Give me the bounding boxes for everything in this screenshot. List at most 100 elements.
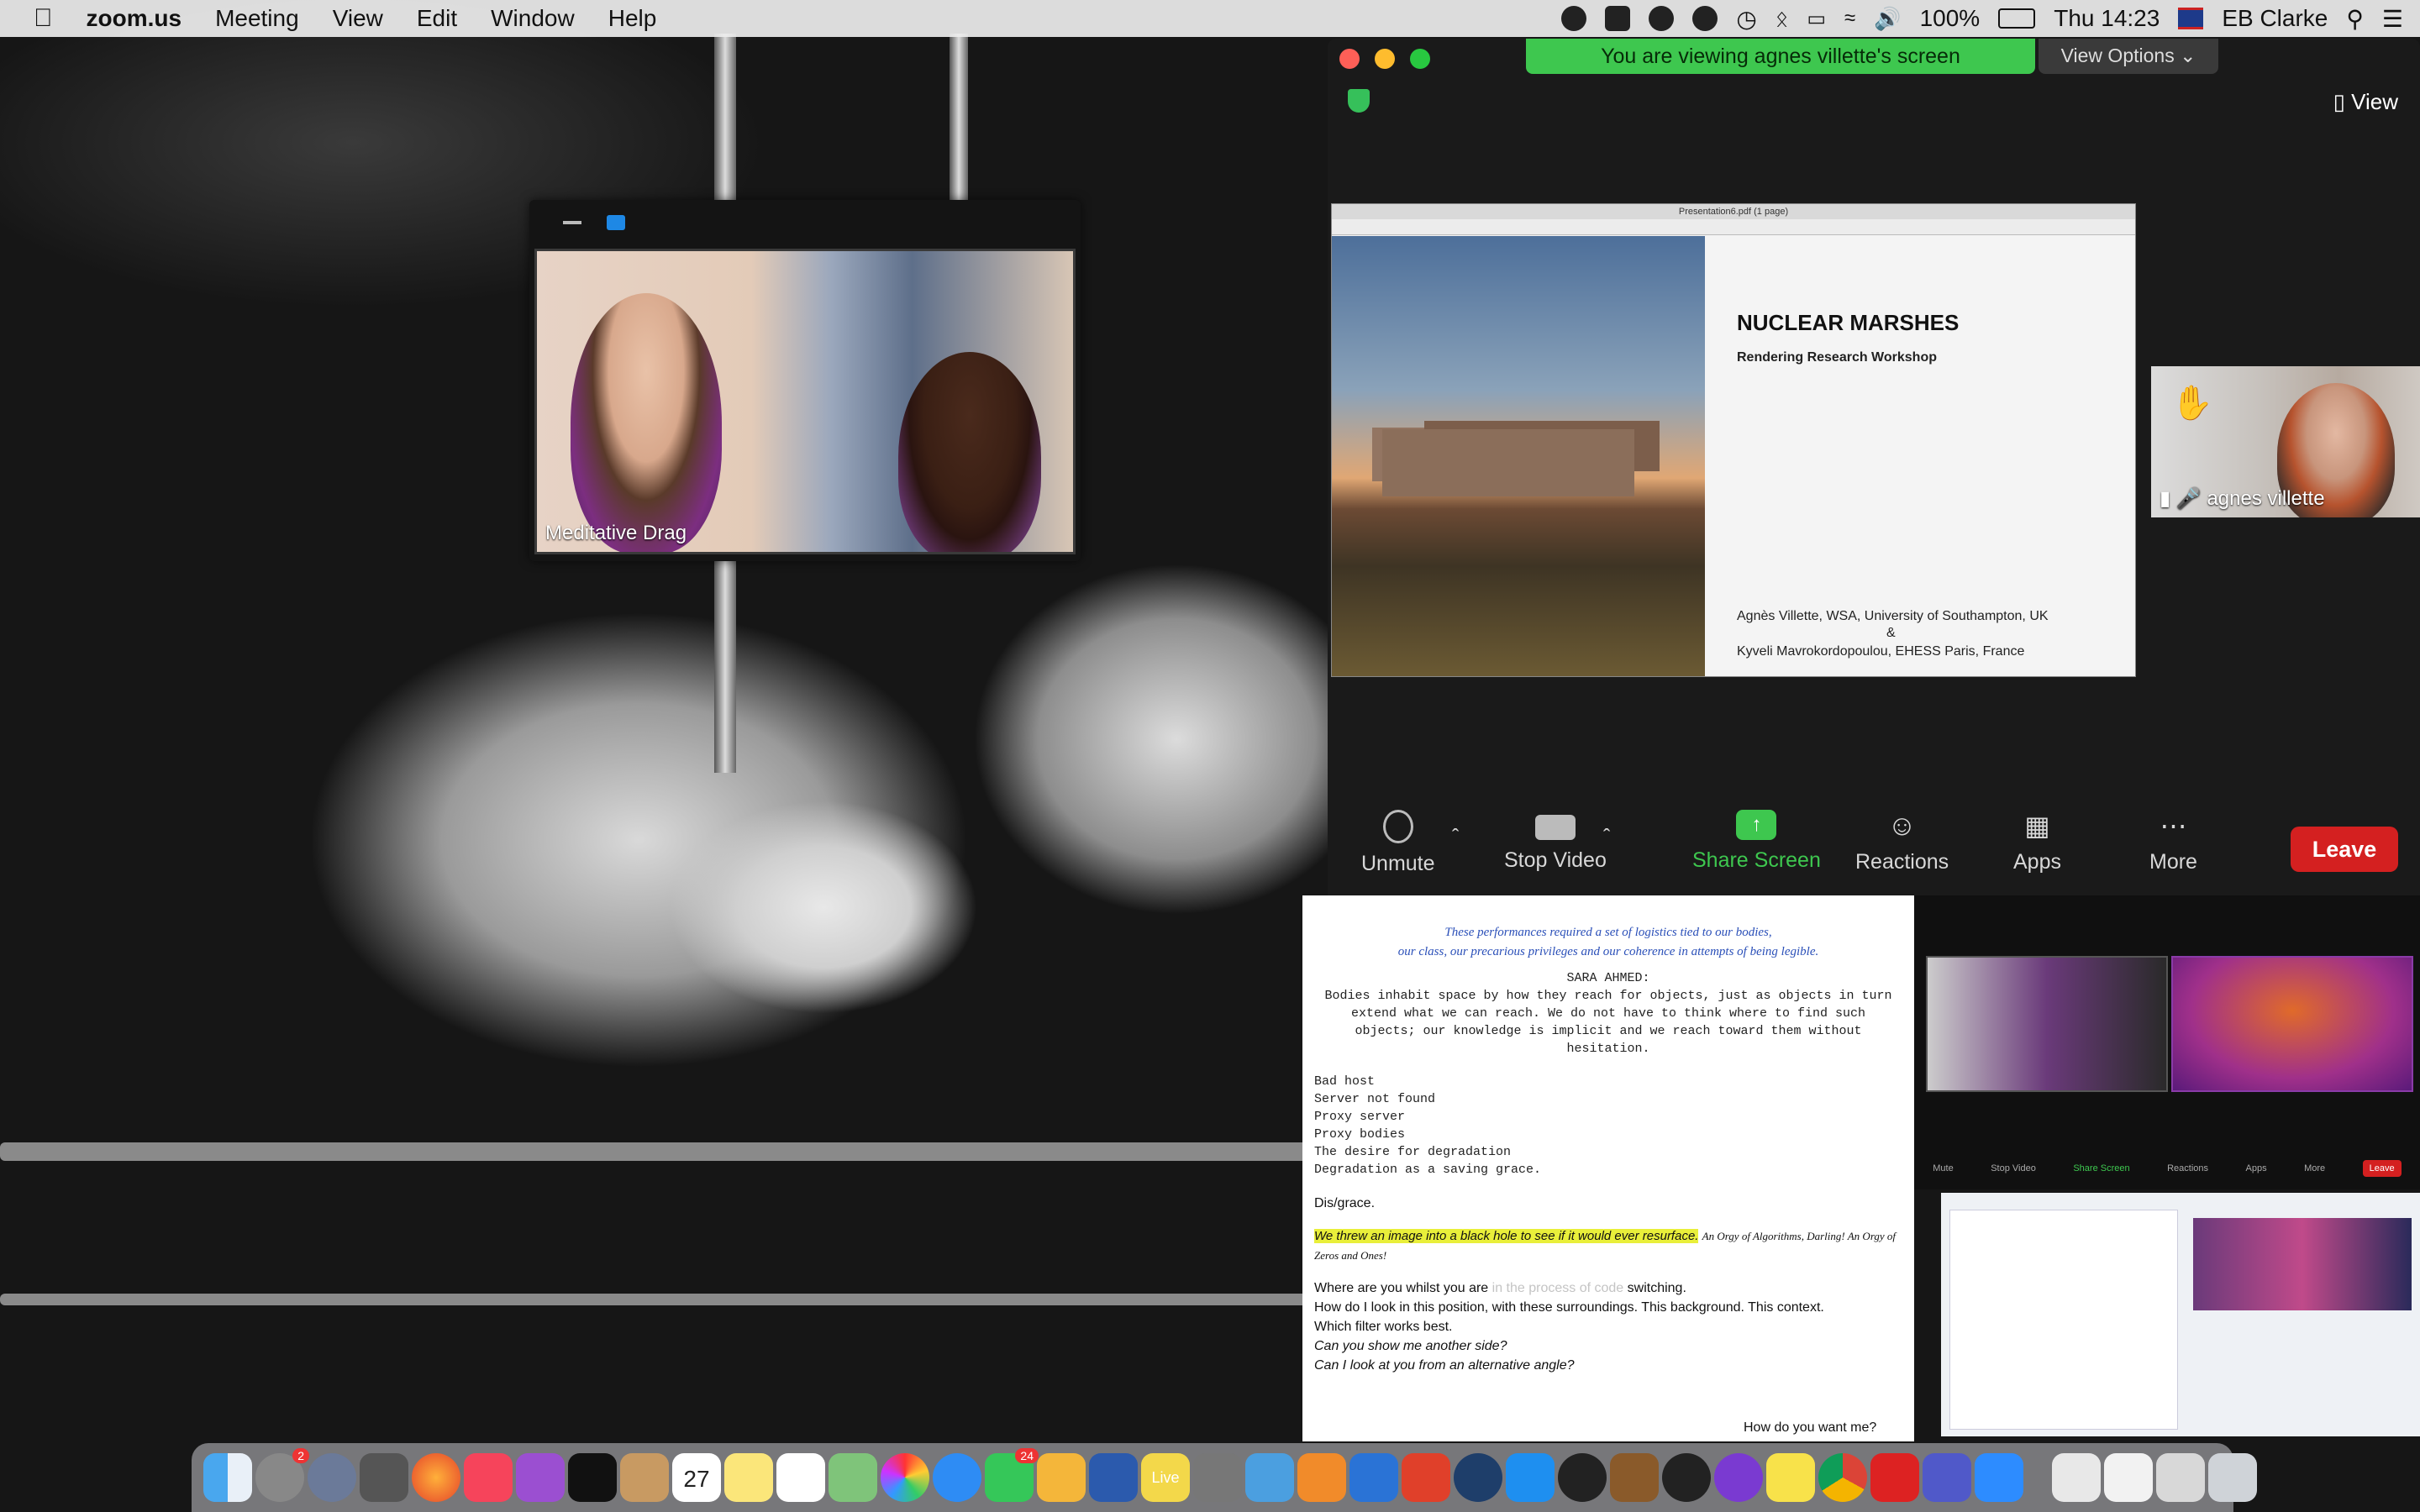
bluetooth-icon[interactable]: ᛟ bbox=[1776, 6, 1789, 32]
doc-quote: Bodies inhabit space by how they reach f… bbox=[1324, 989, 1892, 1056]
maps-icon[interactable] bbox=[829, 1453, 877, 1502]
photo-booth-icon[interactable] bbox=[1193, 1453, 1242, 1502]
pencil-app-icon[interactable] bbox=[1037, 1453, 1086, 1502]
mini-reactions[interactable]: Reactions bbox=[2167, 1163, 2208, 1173]
slide-ampersand: & bbox=[1886, 626, 1896, 640]
stop-video-button[interactable]: Stop Video bbox=[1504, 810, 1607, 873]
system-settings-icon[interactable]: 2 bbox=[255, 1448, 309, 1502]
menu-window[interactable]: Window bbox=[474, 5, 592, 32]
obs-icon[interactable] bbox=[1558, 1453, 1607, 1502]
screen-record-icon[interactable] bbox=[1649, 6, 1675, 31]
view-options-button[interactable]: View Options ⌄ bbox=[2039, 39, 2218, 74]
mini-share-screen[interactable]: Share Screen bbox=[2073, 1163, 2129, 1173]
calendar-icon[interactable]: 27 bbox=[672, 1453, 721, 1502]
doc-line2: How do I look in this position, with the… bbox=[1314, 1300, 1824, 1315]
mini-more[interactable]: More bbox=[2304, 1163, 2325, 1173]
share-screen-button[interactable]: ↑ Share Screen bbox=[1692, 810, 1821, 873]
more-button[interactable]: ⋯ More bbox=[2149, 810, 2197, 874]
search-icon[interactable]: ⚲ bbox=[2346, 5, 2364, 33]
books-icon[interactable] bbox=[1297, 1453, 1346, 1502]
mini-mute[interactable]: Mute bbox=[1933, 1163, 1953, 1173]
share-arrow-icon: ↑ bbox=[1736, 810, 1777, 840]
floating-video-window[interactable]: Meditative Drag bbox=[529, 200, 1081, 561]
video-options-chevron[interactable]: ˆ bbox=[1603, 825, 1610, 849]
badge: 24 bbox=[1015, 1448, 1039, 1463]
recording-icon[interactable] bbox=[1692, 6, 1718, 31]
reminders-icon[interactable] bbox=[776, 1453, 825, 1502]
mini-zoom-window[interactable]: Mute Stop Video Share Screen Reactions A… bbox=[1914, 895, 2420, 1189]
app-menu[interactable]: zoom.us bbox=[70, 5, 199, 32]
mini-apps[interactable]: Apps bbox=[2246, 1163, 2267, 1173]
menu-meeting[interactable]: Meeting bbox=[198, 5, 316, 32]
apple-menu-icon[interactable]:  bbox=[0, 4, 70, 33]
finder-icon[interactable] bbox=[203, 1453, 252, 1502]
flag-icon[interactable] bbox=[2178, 8, 2204, 29]
podcasts-icon[interactable] bbox=[516, 1453, 565, 1502]
photo-editor-icon[interactable] bbox=[1402, 1453, 1450, 1502]
airplay-icon[interactable]: ▭ bbox=[1807, 7, 1826, 31]
menu-view[interactable]: View bbox=[316, 5, 400, 32]
app-store-icon[interactable] bbox=[1506, 1453, 1555, 1502]
quicktime-icon[interactable] bbox=[1454, 1453, 1502, 1502]
ableton-live-icon[interactable]: Live bbox=[1141, 1453, 1190, 1502]
zoom-status-icon[interactable] bbox=[1561, 6, 1587, 31]
chrome-icon[interactable] bbox=[1818, 1453, 1867, 1502]
menu-edit[interactable]: Edit bbox=[400, 5, 474, 32]
folder-stack-icon[interactable] bbox=[2156, 1453, 2205, 1502]
wifi-icon[interactable]: ≈ bbox=[1844, 7, 1855, 30]
leave-button[interactable]: Leave bbox=[2291, 827, 2398, 872]
audio-options-chevron[interactable]: ˆ bbox=[1452, 825, 1459, 849]
menu-help[interactable]: Help bbox=[592, 5, 674, 32]
participant-video[interactable]: ✋ ▮ 🎤 agnes villette bbox=[2151, 366, 2420, 517]
zotero-icon[interactable] bbox=[1870, 1453, 1919, 1502]
minimize-icon[interactable] bbox=[563, 221, 581, 224]
launchpad-icon[interactable] bbox=[308, 1453, 356, 1502]
mini-stop-video[interactable]: Stop Video bbox=[1991, 1163, 2036, 1173]
messages-icon[interactable]: 24 bbox=[985, 1448, 1039, 1502]
unmute-button[interactable]: Unmute bbox=[1361, 810, 1435, 876]
document-window[interactable]: These performances required a set of log… bbox=[1302, 895, 1914, 1441]
documents-stack-icon[interactable] bbox=[2052, 1453, 2101, 1502]
notes-icon[interactable] bbox=[724, 1453, 773, 1502]
headphones-app-icon[interactable] bbox=[1714, 1453, 1763, 1502]
muted-mic-icon bbox=[1382, 810, 1413, 843]
mini-leave-button[interactable]: Leave bbox=[2362, 1160, 2402, 1177]
downloads-stack-icon[interactable] bbox=[2104, 1453, 2153, 1502]
stickies-icon[interactable] bbox=[1766, 1453, 1815, 1502]
reactions-button[interactable]: ☺ Reactions bbox=[1855, 810, 1949, 874]
xcode-icon[interactable] bbox=[1349, 1453, 1398, 1502]
minimize-window-icon[interactable] bbox=[1375, 49, 1395, 69]
clock[interactable]: Thu 14:23 bbox=[2054, 5, 2160, 32]
close-icon[interactable] bbox=[1339, 49, 1360, 69]
music-icon[interactable] bbox=[464, 1453, 513, 1502]
doc-list: Bad host Server not found Proxy server P… bbox=[1314, 1073, 1902, 1179]
control-center-icon[interactable]: ☰ bbox=[2382, 5, 2403, 33]
messages-blue-icon[interactable] bbox=[933, 1453, 981, 1502]
firefox-icon[interactable] bbox=[412, 1453, 460, 1502]
battery-icon[interactable] bbox=[1998, 8, 2036, 29]
fullscreen-icon[interactable] bbox=[1410, 49, 1430, 69]
apps-button[interactable]: ▦ Apps bbox=[2013, 810, 2061, 874]
trash-icon[interactable] bbox=[2208, 1453, 2257, 1502]
list-item: Degradation as a saving grace. bbox=[1314, 1163, 1542, 1177]
view-button[interactable]: ▯ View bbox=[2333, 89, 2398, 115]
contacts-icon[interactable] bbox=[620, 1453, 669, 1502]
guitar-app-icon[interactable] bbox=[1610, 1453, 1659, 1502]
apple-tv-icon[interactable] bbox=[568, 1453, 617, 1502]
apps-grid-icon: ▦ bbox=[2024, 811, 2050, 841]
user-name[interactable]: EB Clarke bbox=[2222, 5, 2328, 32]
shared-screen[interactable]: Presentation6.pdf (1 page) NUCLEAR MARSH… bbox=[1331, 203, 2136, 677]
word-icon[interactable] bbox=[1089, 1453, 1138, 1502]
time-machine-icon[interactable]: ◷ bbox=[1736, 5, 1756, 33]
volume-icon[interactable]: 🔊 bbox=[1874, 6, 1901, 32]
camera-status-icon[interactable] bbox=[1605, 6, 1631, 31]
preview-icon[interactable] bbox=[1245, 1453, 1294, 1502]
photos-icon[interactable] bbox=[881, 1453, 929, 1502]
nested-video-strip bbox=[2193, 1218, 2412, 1310]
security-shield-icon[interactable] bbox=[1348, 89, 1370, 113]
record-app-icon[interactable] bbox=[1662, 1453, 1711, 1502]
expand-icon[interactable] bbox=[607, 215, 625, 230]
calculator-icon[interactable] bbox=[360, 1453, 408, 1502]
zoom-icon[interactable] bbox=[1975, 1453, 2023, 1502]
teams-icon[interactable] bbox=[1923, 1453, 1971, 1502]
